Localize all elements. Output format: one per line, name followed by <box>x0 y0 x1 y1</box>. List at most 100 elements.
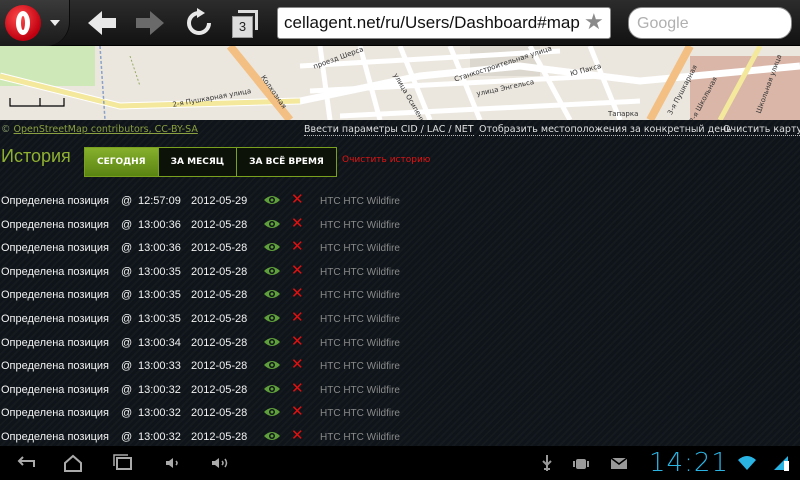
row-at-sign: @ <box>121 312 133 325</box>
row-at-sign: @ <box>121 218 133 231</box>
history-row: Определена позиция @12:57:09 2012-05-29 ✕ HT… <box>0 190 800 214</box>
row-time: 13:00:32 <box>138 430 181 443</box>
history-row: Определена позиция @13:00:35 2012-05-28 ✕ HT… <box>0 284 800 308</box>
tab-all-time[interactable]: ЗА ВСЁ ВРЕМЯ <box>237 147 337 177</box>
chevron-down-icon <box>50 20 60 26</box>
history-row: Определена позиция @13:00:36 2012-05-28 ✕ HT… <box>0 237 800 261</box>
star-icon[interactable]: ★ <box>584 12 606 34</box>
row-date: 2012-05-28 <box>191 360 248 373</box>
volume-down-icon <box>166 458 178 468</box>
usb-icon <box>536 453 558 473</box>
mail-icon <box>608 453 630 473</box>
history-row: Определена позиция @13:00:32 2012-05-28 ✕ HT… <box>0 402 800 426</box>
home-nav-button[interactable] <box>62 453 84 473</box>
row-time: 12:57:09 <box>138 195 181 207</box>
close-icon[interactable]: ✕ <box>291 309 304 325</box>
close-icon[interactable]: ✕ <box>291 403 304 419</box>
row-device: HTC HTC Wildfire <box>320 384 400 396</box>
home-icon <box>64 454 82 472</box>
close-icon[interactable]: ✕ <box>291 333 304 349</box>
row-date: 2012-05-28 <box>191 336 248 349</box>
system-navigation-bar: 14:21 <box>0 446 800 480</box>
opera-menu-button[interactable] <box>0 0 70 46</box>
row-event-text: Определена позиция <box>1 242 110 255</box>
row-device: HTC HTC Wildfire <box>320 337 400 349</box>
opera-logo-icon <box>5 5 41 41</box>
close-icon[interactable]: ✕ <box>291 215 304 231</box>
recent-apps-button[interactable] <box>112 453 134 473</box>
volume-up-button[interactable] <box>210 453 232 473</box>
eye-icon[interactable] <box>263 265 281 277</box>
tab-today[interactable]: СЕГОДНЯ <box>84 147 159 177</box>
row-device: HTC HTC Wildfire <box>320 266 400 278</box>
wifi-icon <box>736 453 758 473</box>
row-at-sign: @ <box>121 242 133 255</box>
row-device: HTC HTC Wildfire <box>320 243 400 255</box>
close-icon[interactable]: ✕ <box>291 238 304 254</box>
eye-icon[interactable] <box>263 359 281 371</box>
row-time: 13:00:35 <box>138 312 181 325</box>
eye-icon[interactable] <box>263 383 281 395</box>
row-date: 2012-05-28 <box>191 312 248 325</box>
tabs-button[interactable]: 3 <box>232 10 260 38</box>
eye-icon[interactable] <box>263 336 281 348</box>
show-location-by-day-link[interactable]: Отобразить местоположения за конкретный … <box>479 124 732 136</box>
map-street-label: Тапарка <box>608 110 639 118</box>
battery-icon <box>770 453 792 473</box>
row-date: 2012-05-28 <box>191 242 248 255</box>
row-device: HTC HTC Wildfire <box>320 290 400 302</box>
clear-map-link[interactable]: Очистить карту <box>723 124 800 136</box>
history-row: Определена позиция @13:00:34 2012-05-28 ✕ HT… <box>0 332 800 356</box>
clear-history-link[interactable]: Очистить историю <box>342 155 430 165</box>
row-at-sign: @ <box>121 407 133 420</box>
eye-icon[interactable] <box>263 312 281 324</box>
row-date: 2012-05-28 <box>191 265 248 278</box>
browser-toolbar: 3 cellagent.net/ru/Users/Dashboard#map ★ <box>0 0 800 46</box>
eye-icon[interactable] <box>263 241 281 253</box>
address-bar[interactable]: cellagent.net/ru/Users/Dashboard#map ★ <box>277 7 611 39</box>
row-device: HTC HTC Wildfire <box>320 408 400 420</box>
eye-icon[interactable] <box>263 406 281 418</box>
row-event-text: Определена позиция <box>1 430 110 443</box>
close-icon[interactable]: ✕ <box>291 191 304 207</box>
search-box[interactable] <box>628 7 792 39</box>
eye-icon[interactable] <box>263 194 281 206</box>
row-event-text: Определена позиция <box>1 336 110 349</box>
row-date: 2012-05-28 <box>191 430 248 443</box>
tab-month[interactable]: ЗА МЕСЯЦ <box>158 147 238 177</box>
back-button[interactable] <box>86 8 118 38</box>
attribution-link[interactable]: OpenStreetMap contributors, CC-BY-SA <box>14 124 198 135</box>
volume-down-button[interactable] <box>162 453 184 473</box>
map-attribution: © OpenStreetMap contributors, CC-BY-SA <box>1 124 198 135</box>
eye-icon[interactable] <box>263 430 281 442</box>
history-row: Определена позиция @13:00:32 2012-05-28 ✕ HT… <box>0 379 800 403</box>
close-icon[interactable]: ✕ <box>291 427 304 443</box>
close-icon[interactable]: ✕ <box>291 356 304 372</box>
map[interactable]: 2-я Пушкарная улица Колхозная проезд Шер… <box>0 46 800 120</box>
row-time: 13:00:36 <box>138 218 181 231</box>
search-input[interactable] <box>637 13 787 35</box>
row-device: HTC HTC Wildfire <box>320 196 400 207</box>
row-date: 2012-05-28 <box>191 218 248 231</box>
reload-button[interactable] <box>183 8 215 38</box>
row-event-text: Определена позиция <box>1 289 110 302</box>
history-row: Определена позиция @13:00:36 2012-05-28 ✕ HT… <box>0 214 800 238</box>
row-time: 13:00:35 <box>138 265 181 278</box>
close-icon[interactable]: ✕ <box>291 380 304 396</box>
close-icon[interactable]: ✕ <box>291 262 304 278</box>
recent-apps-icon <box>113 454 132 470</box>
eye-icon[interactable] <box>263 218 281 230</box>
row-date: 2012-05-28 <box>191 407 248 420</box>
back-nav-button[interactable] <box>14 453 36 473</box>
history-list: Определена позиция @12:57:09 2012-05-29 ✕ HT… <box>0 190 800 446</box>
history-row: Определена позиция @13:00:32 2012-05-28 ✕ HT… <box>0 426 800 446</box>
eye-icon[interactable] <box>263 288 281 300</box>
history-row: Определена позиция @13:00:35 2012-05-28 ✕ HT… <box>0 308 800 332</box>
forward-button[interactable] <box>134 8 166 38</box>
enter-cid-lac-net-link[interactable]: Ввести параметры CID / LAC / NET <box>304 124 474 136</box>
row-date: 2012-05-29 <box>191 195 248 207</box>
close-icon[interactable]: ✕ <box>291 285 304 301</box>
reload-icon <box>187 8 211 35</box>
row-event-text: Определена позиция <box>1 312 110 325</box>
clock: 14:21 <box>649 448 729 478</box>
